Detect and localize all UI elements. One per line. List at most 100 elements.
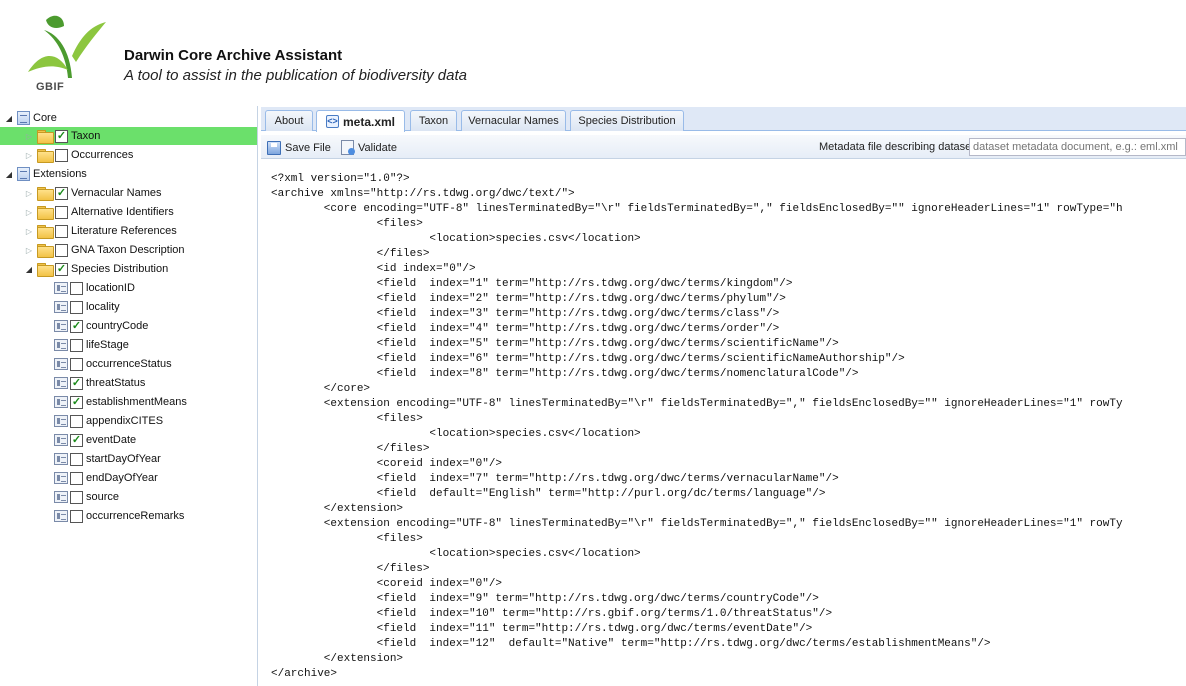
field-event-date[interactable]: ✓ eventDate <box>54 431 136 449</box>
expand-closed-icon[interactable]: ▷ <box>24 150 34 160</box>
folder-icon <box>37 225 54 239</box>
field-occurrence-remarks[interactable]: occurrenceRemarks <box>54 507 184 525</box>
expand-closed-icon[interactable]: ▷ <box>24 226 34 236</box>
tree-node-gna-taxon-description[interactable]: ▷ GNA Taxon Description <box>24 241 185 259</box>
tab-label: Vernacular Names <box>468 115 559 127</box>
field-threat-status[interactable]: ✓ threatStatus <box>54 374 145 392</box>
field-label: countryCode <box>86 320 149 332</box>
folder-icon <box>37 130 54 144</box>
tree-node-core[interactable]: ◢ Core <box>4 109 57 127</box>
field-checkbox[interactable] <box>70 471 83 485</box>
field-appendix-cites[interactable]: appendixCITES <box>54 412 163 430</box>
tree-node-vernacular-names[interactable]: ▷ ✓ Vernacular Names <box>24 184 162 202</box>
field-checkbox[interactable] <box>70 300 83 314</box>
field-label: locality <box>86 301 120 313</box>
tree-node-label: Core <box>33 112 57 124</box>
field-life-stage[interactable]: lifeStage <box>54 336 129 354</box>
code-line: <field index="1" term="http://rs.tdwg.or… <box>271 278 793 290</box>
field-source[interactable]: source <box>54 488 119 506</box>
expand-closed-icon[interactable]: ▷ <box>24 245 34 255</box>
field-location-id[interactable]: locationID <box>54 279 135 297</box>
tab-vernacular-names[interactable]: Vernacular Names <box>461 110 566 131</box>
field-checkbox[interactable] <box>70 338 83 352</box>
tab-meta-xml[interactable]: <> meta.xml <box>316 110 405 132</box>
code-line: <field index="7" term="http://rs.tdwg.or… <box>271 473 839 485</box>
field-checkbox[interactable] <box>70 452 83 466</box>
field-establishment-means[interactable]: ✓ establishmentMeans <box>54 393 187 411</box>
code-line: <field index="5" term="http://rs.tdwg.or… <box>271 338 839 350</box>
field-occurrence-status[interactable]: occurrenceStatus <box>54 355 172 373</box>
code-line: <location>species.csv</location> <box>271 428 641 440</box>
field-checkbox[interactable]: ✓ <box>70 319 83 333</box>
species-distribution-checkbox[interactable]: ✓ <box>55 262 68 276</box>
taxon-checkbox[interactable]: ✓ <box>55 129 68 143</box>
save-file-label: Save File <box>285 141 331 154</box>
field-end-day-of-year[interactable]: endDayOfYear <box>54 469 158 487</box>
code-line: </files> <box>271 248 430 260</box>
code-line: <field index="6" term="http://rs.tdwg.or… <box>271 353 905 365</box>
code-line: </archive> <box>271 668 338 680</box>
literature-references-checkbox[interactable] <box>55 224 68 238</box>
tree-node-literature-references[interactable]: ▷ Literature References <box>24 222 177 240</box>
field-start-day-of-year[interactable]: startDayOfYear <box>54 450 161 468</box>
tree-node-occurrences[interactable]: ▷ Occurrences <box>24 146 133 164</box>
field-icon <box>54 339 68 351</box>
expand-closed-icon[interactable]: ▷ <box>24 131 34 141</box>
code-line: <files> <box>271 413 423 425</box>
tree-node-label: Taxon <box>71 130 101 142</box>
core-document-icon <box>17 111 30 125</box>
field-label: occurrenceStatus <box>86 358 172 370</box>
expand-closed-icon[interactable]: ▷ <box>24 188 34 198</box>
field-icon <box>54 472 68 484</box>
field-locality[interactable]: locality <box>54 298 120 316</box>
field-checkbox[interactable] <box>70 509 83 523</box>
expand-closed-icon[interactable]: ▷ <box>24 207 34 217</box>
code-line: <field index="2" term="http://rs.tdwg.or… <box>271 293 786 305</box>
field-checkbox[interactable] <box>70 281 83 295</box>
code-line: <field index="10" term="http://rs.gbif.o… <box>271 608 833 620</box>
expand-open-icon[interactable]: ◢ <box>24 264 34 274</box>
validate-button[interactable]: Validate <box>341 139 397 156</box>
field-icon <box>54 377 68 389</box>
field-icon <box>54 491 68 503</box>
meta-xml-editor[interactable]: <?xml version="1.0"?> <archive xmlns="ht… <box>261 160 1186 686</box>
tab-about[interactable]: About <box>265 110 313 131</box>
tree-node-alternative-identifiers[interactable]: ▷ Alternative Identifiers <box>24 203 174 221</box>
tab-species-distribution[interactable]: Species Distribution <box>570 110 684 131</box>
field-checkbox[interactable]: ✓ <box>70 376 83 390</box>
field-label: endDayOfYear <box>86 472 158 484</box>
field-checkbox[interactable]: ✓ <box>70 433 83 447</box>
occurrences-checkbox[interactable] <box>55 148 68 162</box>
code-line: </extension> <box>271 653 404 665</box>
code-line: <coreid index="0"/> <box>271 458 503 470</box>
tree-node-species-distribution[interactable]: ◢ ✓ Species Distribution <box>24 260 168 278</box>
field-checkbox[interactable] <box>70 357 83 371</box>
app-header: GBIF Darwin Core Archive Assistant A too… <box>0 0 1186 100</box>
field-checkbox[interactable]: ✓ <box>70 395 83 409</box>
field-checkbox[interactable] <box>70 414 83 428</box>
code-line: <extension encoding="UTF-8" linesTermina… <box>271 398 1123 410</box>
save-file-button[interactable]: Save File <box>267 139 331 156</box>
alternative-identifiers-checkbox[interactable] <box>55 205 68 219</box>
field-label: occurrenceRemarks <box>86 510 185 522</box>
code-line: <core encoding="UTF-8" linesTerminatedBy… <box>271 203 1123 215</box>
field-icon <box>54 453 68 465</box>
code-line: <field index="9" term="http://rs.tdwg.or… <box>271 593 819 605</box>
code-line: <field index="4" term="http://rs.tdwg.or… <box>271 323 780 335</box>
expand-open-icon[interactable]: ◢ <box>4 169 14 179</box>
tab-taxon[interactable]: Taxon <box>410 110 457 131</box>
gna-taxon-description-checkbox[interactable] <box>55 243 68 257</box>
metadata-file-input[interactable] <box>969 138 1186 156</box>
code-line: <files> <box>271 533 423 545</box>
field-checkbox[interactable] <box>70 490 83 504</box>
vernacular-names-checkbox[interactable]: ✓ <box>55 186 68 200</box>
expand-open-icon[interactable]: ◢ <box>4 113 14 123</box>
code-line: </files> <box>271 563 430 575</box>
code-line: <id index="0"/> <box>271 263 476 275</box>
field-country-code[interactable]: ✓ countryCode <box>54 317 148 335</box>
folder-icon <box>37 187 54 201</box>
field-icon <box>54 396 68 408</box>
tree-node-extensions[interactable]: ◢ Extensions <box>4 165 87 183</box>
archive-tree-panel: ◢ Core ▷ ✓ Taxon ▷ Occurrences ◢ Extensi… <box>0 106 258 686</box>
tree-node-taxon[interactable]: ▷ ✓ Taxon <box>0 127 257 145</box>
